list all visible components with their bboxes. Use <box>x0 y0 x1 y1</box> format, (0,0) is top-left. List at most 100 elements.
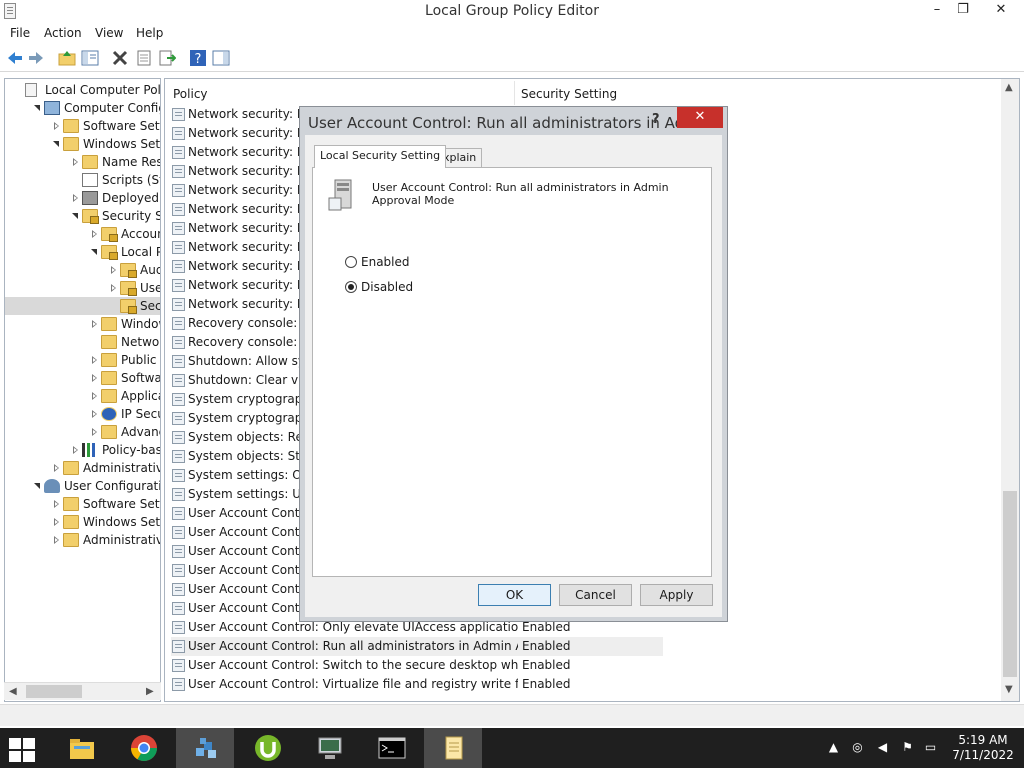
collapsed-arrow-icon[interactable] <box>91 320 99 328</box>
scroll-right-arrow-icon[interactable]: ▶ <box>146 686 154 697</box>
clock[interactable]: 5:19 AM 7/11/2022 <box>950 733 1016 763</box>
tree-item-label[interactable]: Network L <box>121 333 160 351</box>
export-list-icon[interactable] <box>158 49 176 67</box>
tree-item-label[interactable]: Local Poli <box>121 243 160 261</box>
dialog-help-button[interactable]: ? <box>652 112 660 127</box>
radio-circle-selected[interactable] <box>345 281 357 293</box>
collapsed-arrow-icon[interactable] <box>91 410 99 418</box>
tree-item-computer-configuration[interactable]: Computer Configura <box>5 99 160 117</box>
network-sync-icon[interactable]: ◎ <box>850 740 865 755</box>
forward-arrow-icon[interactable] <box>27 49 45 67</box>
policy-name[interactable]: User Account Control: Virtualize file an… <box>188 675 518 694</box>
expanded-arrow-icon[interactable] <box>53 140 61 148</box>
scroll-down-arrow-icon[interactable]: ▼ <box>1005 684 1013 695</box>
collapsed-arrow-icon[interactable] <box>91 230 99 238</box>
collapsed-arrow-icon[interactable] <box>110 284 118 292</box>
network-icon[interactable]: ▭ <box>923 740 938 755</box>
list-vertical-scrollbar[interactable]: ▲ ▼ <box>1001 79 1019 701</box>
collapsed-arrow-icon[interactable] <box>72 446 80 454</box>
volume-muted-icon[interactable]: ◀ <box>875 740 890 755</box>
collapsed-arrow-icon[interactable] <box>91 392 99 400</box>
disabled-radio[interactable]: Disabled <box>345 279 425 295</box>
tree-item-security-options[interactable]: Securi <box>5 297 160 315</box>
scroll-thumb[interactable] <box>1003 491 1017 677</box>
tree-item-label[interactable]: User Configuration <box>64 477 160 495</box>
taskbar-system-app[interactable] <box>300 728 358 768</box>
tree-item-policy-based-qos[interactable]: Policy-based <box>5 441 160 459</box>
scroll-thumb[interactable] <box>26 685 82 698</box>
tree-item-label[interactable]: Local Computer Policy <box>45 81 160 99</box>
tree-item-label[interactable]: Name Resolu <box>102 153 160 171</box>
tree-item-administrative-templates[interactable]: Administrative Te <box>5 459 160 477</box>
column-divider[interactable] <box>514 81 515 105</box>
tree-item-label[interactable]: Securi <box>140 297 160 315</box>
up-folder-icon[interactable] <box>58 49 76 67</box>
tree-item-label[interactable]: Software F <box>121 369 160 387</box>
collapsed-arrow-icon[interactable] <box>72 158 80 166</box>
tree-item-user-configuration[interactable]: User Configuration <box>5 477 160 495</box>
tree-item-advanced-audit[interactable]: Advanced <box>5 423 160 441</box>
tree-item-account-policies[interactable]: Account P <box>5 225 160 243</box>
expanded-arrow-icon[interactable] <box>34 482 42 490</box>
column-header-policy[interactable]: Policy <box>173 87 208 101</box>
tree-item-user-administrative-templates[interactable]: Administrative Te <box>5 531 160 549</box>
collapsed-arrow-icon[interactable] <box>72 194 80 202</box>
tree-item-user-software-settings[interactable]: Software Settings <box>5 495 160 513</box>
tree-item-label[interactable]: Security Settir <box>102 207 160 225</box>
help-icon[interactable]: ? <box>189 49 207 67</box>
tree-item-label[interactable]: Scripts (Startu <box>102 171 160 189</box>
tree-item-local-computer-policy[interactable]: Local Computer Policy <box>5 81 160 99</box>
collapsed-arrow-icon[interactable] <box>110 266 118 274</box>
policy-row[interactable]: User Account Control: Run all administra… <box>171 637 663 656</box>
tree-item-local-policies[interactable]: Local Poli <box>5 243 160 261</box>
tree-horizontal-scrollbar[interactable]: ◀ ▶ <box>4 682 161 700</box>
policy-row[interactable]: User Account Control: Switch to the secu… <box>171 656 663 675</box>
maximize-button[interactable]: ❐ <box>948 0 978 22</box>
collapsed-arrow-icon[interactable] <box>91 428 99 436</box>
action-center-flag-icon[interactable]: ⚑ <box>900 740 915 755</box>
apply-button[interactable]: Apply <box>640 584 713 606</box>
tree-item-security-settings[interactable]: Security Settir <box>5 207 160 225</box>
expanded-arrow-icon[interactable] <box>91 248 99 256</box>
tree-item-windows-settings[interactable]: Windows Setting <box>5 135 160 153</box>
collapsed-arrow-icon[interactable] <box>53 500 61 508</box>
tree-item-label[interactable]: Policy-based <box>102 441 160 459</box>
tree-item-application-control[interactable]: Applicatic <box>5 387 160 405</box>
tree-item-user-rights[interactable]: User R <box>5 279 160 297</box>
cancel-button[interactable]: Cancel <box>559 584 632 606</box>
menu-file[interactable]: File <box>10 26 30 40</box>
close-button[interactable]: ✕ <box>986 0 1016 22</box>
tree-item-scripts[interactable]: Scripts (Startu <box>5 171 160 189</box>
collapsed-arrow-icon[interactable] <box>91 356 99 364</box>
tab-local-security-setting[interactable]: Local Security Setting <box>314 145 447 168</box>
menu-help[interactable]: Help <box>136 26 163 40</box>
dialog-close-button[interactable]: ✕ <box>677 107 723 128</box>
tree-item-audit-policy[interactable]: Audit <box>5 261 160 279</box>
collapsed-arrow-icon[interactable] <box>53 518 61 526</box>
policy-name[interactable]: User Account Control: Switch to the secu… <box>188 656 518 675</box>
tree-item-software-settings[interactable]: Software Settings <box>5 117 160 135</box>
collapsed-arrow-icon[interactable] <box>53 536 61 544</box>
scroll-left-arrow-icon[interactable]: ◀ <box>9 686 17 697</box>
collapsed-arrow-icon[interactable] <box>53 464 61 472</box>
column-header-security-setting[interactable]: Security Setting <box>521 87 617 101</box>
menu-view[interactable]: View <box>95 26 123 40</box>
show-action-pane-icon[interactable] <box>212 49 230 67</box>
delete-icon[interactable] <box>111 49 129 67</box>
tree-item-label[interactable]: Administrative Te <box>83 531 160 549</box>
taskbar-chrome[interactable] <box>114 728 172 768</box>
tree-item-label[interactable]: Computer Configura <box>64 99 160 117</box>
radio-circle[interactable] <box>345 256 357 268</box>
taskbar-notepad[interactable] <box>424 728 482 768</box>
policy-name[interactable]: User Account Control: Run all administra… <box>188 637 518 656</box>
tree-item-public-key[interactable]: Public Key <box>5 351 160 369</box>
taskbar-registry-app[interactable] <box>176 728 234 768</box>
taskbar-file-explorer[interactable] <box>52 728 110 768</box>
tree-item-label[interactable]: Windows <box>121 315 160 333</box>
expanded-arrow-icon[interactable] <box>34 104 42 112</box>
enabled-radio-label[interactable]: Enabled <box>361 254 410 270</box>
disabled-radio-label[interactable]: Disabled <box>361 279 413 295</box>
policy-row[interactable]: User Account Control: Virtualize file an… <box>171 675 663 694</box>
start-button[interactable] <box>6 736 36 762</box>
tree-item-label[interactable]: Software Settings <box>83 495 160 513</box>
